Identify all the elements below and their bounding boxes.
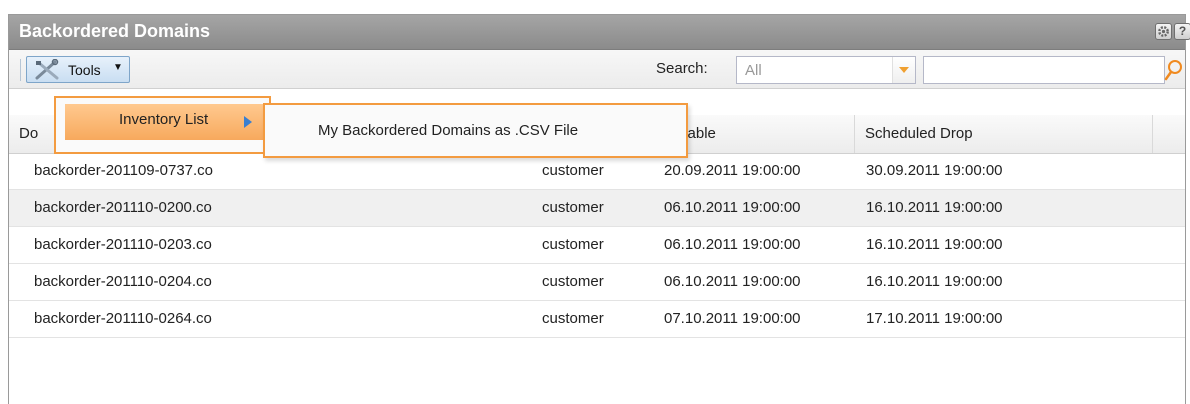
- owner-cell: customer: [542, 199, 604, 216]
- chevron-down-icon: ▼: [113, 62, 123, 73]
- owner-cell: customer: [542, 162, 604, 179]
- available-cell: 06.10.2011 19:00:00: [664, 199, 801, 216]
- owner-cell: customer: [542, 310, 604, 327]
- panel-title: Backordered Domains: [19, 21, 211, 41]
- domain-cell: backorder-201109-0737.co: [34, 162, 214, 179]
- available-cell: 20.09.2011 19:00:00: [664, 162, 801, 179]
- search-label: Search:: [656, 60, 708, 77]
- table-row[interactable]: backorder-201110-0200.co customer 06.10.…: [9, 190, 1185, 227]
- panel-titlebar: Backordered Domains ?: [9, 15, 1190, 50]
- scheduled-drop-cell: 17.10.2011 19:00:00: [866, 310, 1003, 327]
- scheduled-drop-cell: 16.10.2011 19:00:00: [866, 199, 1003, 216]
- table-row[interactable]: backorder-201110-0203.co customer 06.10.…: [9, 227, 1185, 264]
- owner-cell: customer: [542, 273, 604, 290]
- backordered-domains-panel: Backordered Domains ? Tools ▼ Search: Al…: [8, 14, 1190, 404]
- owner-cell: customer: [542, 236, 604, 253]
- inventory-list-submenu: My Backordered Domains as .CSV File: [263, 103, 688, 158]
- available-cell: 07.10.2011 19:00:00: [664, 310, 801, 327]
- table-row[interactable]: backorder-201110-0264.co customer 07.10.…: [9, 301, 1185, 338]
- tools-button-label: Tools: [68, 62, 101, 78]
- tools-button[interactable]: Tools ▼: [26, 56, 130, 83]
- available-cell: 06.10.2011 19:00:00: [664, 236, 801, 253]
- help-icon[interactable]: ?: [1174, 23, 1190, 40]
- table-row[interactable]: backorder-201110-0204.co customer 06.10.…: [9, 264, 1185, 301]
- tools-icon: [35, 59, 59, 80]
- search-input[interactable]: [923, 56, 1165, 84]
- gear-icon[interactable]: [1155, 23, 1172, 40]
- domain-cell: backorder-201110-0264.co: [34, 310, 212, 327]
- chevron-right-icon: [244, 116, 252, 128]
- available-cell: 06.10.2011 19:00:00: [664, 273, 801, 290]
- tools-menu: Inventory List: [54, 96, 271, 154]
- table-row[interactable]: backorder-201109-0737.co customer 20.09.…: [9, 153, 1185, 190]
- search-scope-select[interactable]: All: [736, 56, 916, 84]
- scheduled-drop-cell: 16.10.2011 19:00:00: [866, 273, 1003, 290]
- scheduled-drop-cell: 30.09.2011 19:00:00: [866, 162, 1003, 179]
- menu-item-inventory-list[interactable]: Inventory List: [65, 104, 263, 140]
- search-scope-value: All: [745, 62, 762, 79]
- domain-cell: backorder-201110-0200.co: [34, 199, 212, 216]
- domain-cell: backorder-201110-0203.co: [34, 236, 212, 253]
- scheduled-drop-cell: 16.10.2011 19:00:00: [866, 236, 1003, 253]
- domain-cell: backorder-201110-0204.co: [34, 273, 212, 290]
- menu-item-csv-export[interactable]: My Backordered Domains as .CSV File: [318, 122, 578, 139]
- search-icon[interactable]: [1164, 57, 1184, 83]
- dropdown-arrow-icon[interactable]: [892, 57, 915, 83]
- column-header-scheduled-drop[interactable]: Scheduled Drop: [855, 115, 1153, 153]
- menu-item-label: Inventory List: [119, 111, 209, 128]
- toolbar-separator: [20, 59, 21, 81]
- toolbar: Tools ▼ Search: All: [9, 50, 1185, 89]
